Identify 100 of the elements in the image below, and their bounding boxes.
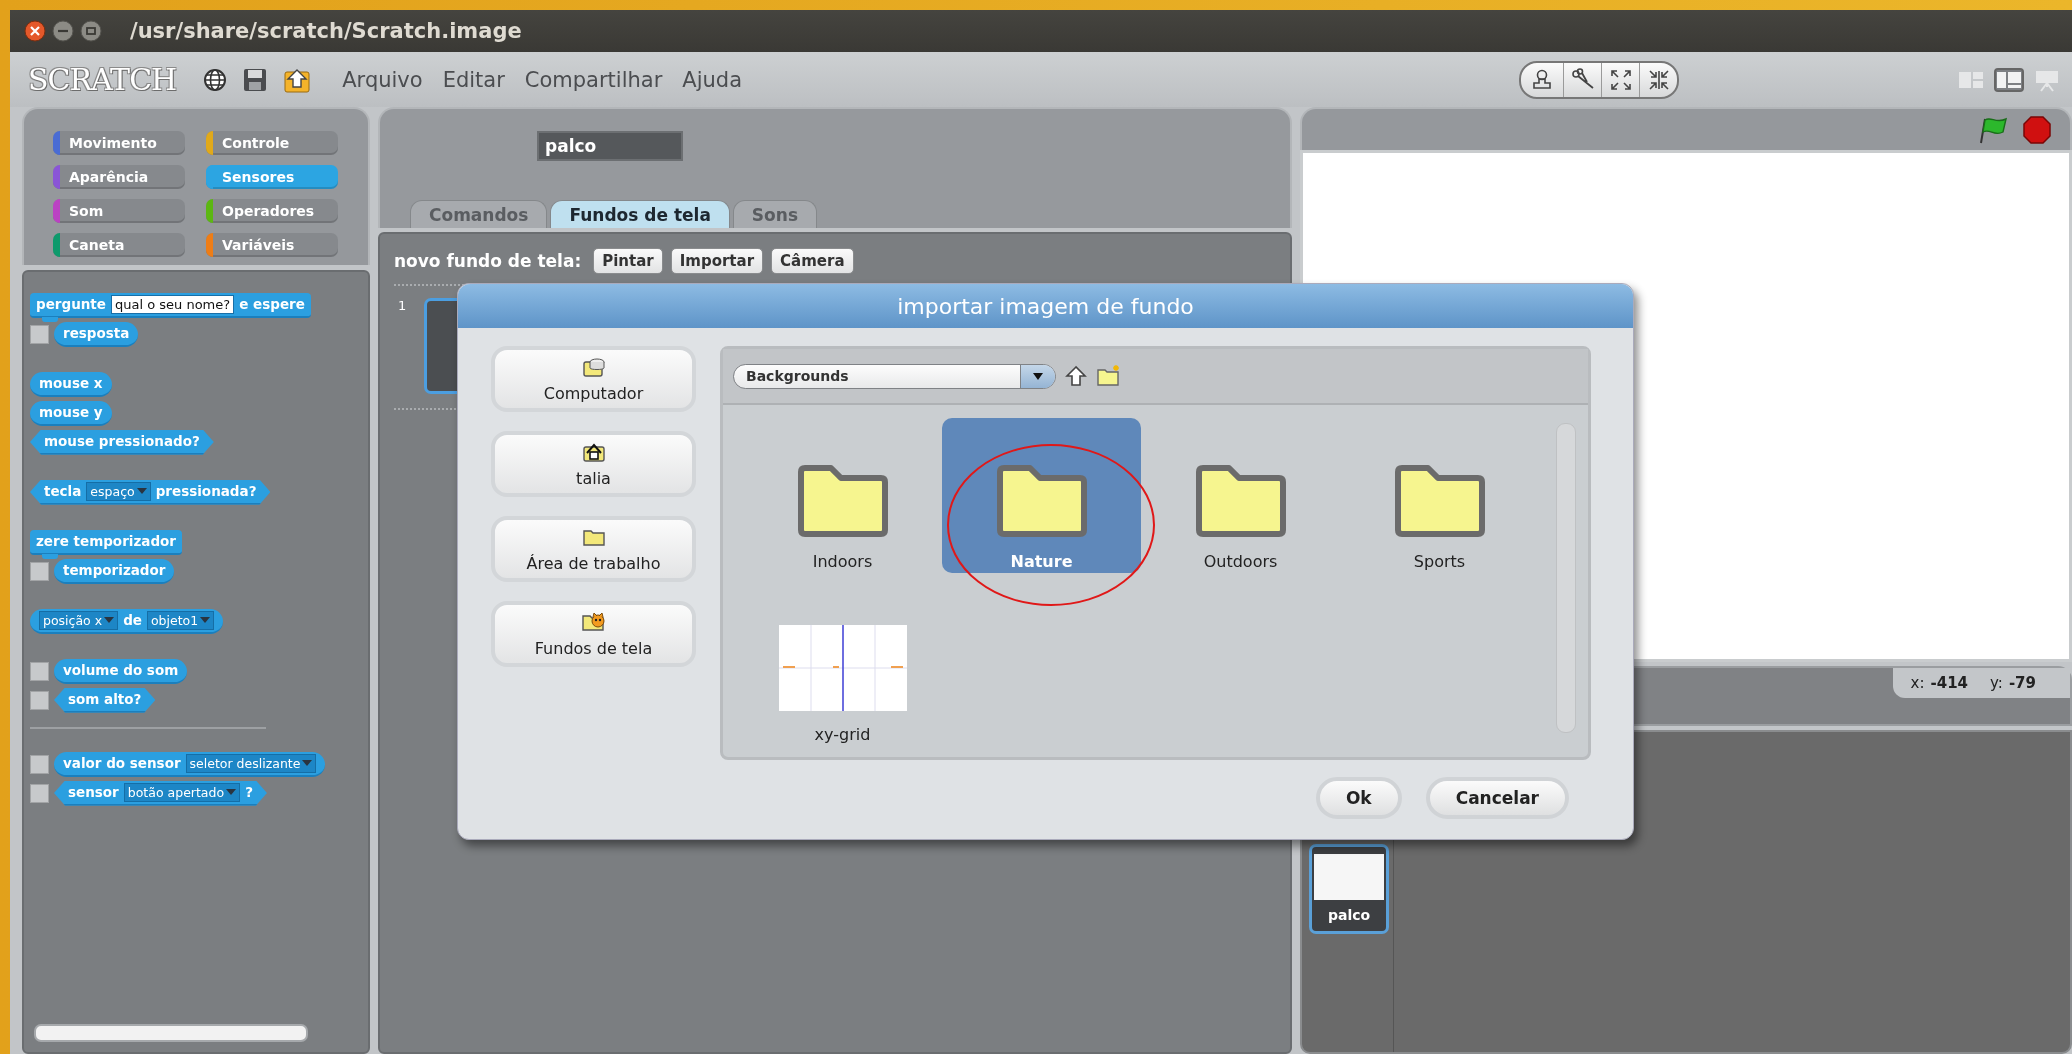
checkbox[interactable] xyxy=(30,324,49,344)
caret-icon xyxy=(226,789,237,795)
checkbox[interactable] xyxy=(30,661,49,681)
new-backdrop-label: novo fundo de tela: xyxy=(394,251,582,271)
block-label: temporizador xyxy=(63,562,166,578)
block-label: valor do sensor xyxy=(63,755,181,771)
reporter-block[interactable]: valor do sensor seletor deslizante xyxy=(54,751,326,777)
boolean-block[interactable]: som alto? xyxy=(54,687,156,713)
coordinate-value: -79 xyxy=(2008,674,2036,692)
block-label: mouse pressionado? xyxy=(44,433,200,449)
sprite-name-field[interactable]: palco xyxy=(537,131,683,161)
block-label: sensor xyxy=(68,784,119,800)
folder-item[interactable]: Nature xyxy=(942,418,1141,573)
stamp-icon xyxy=(1531,67,1553,92)
block-label: ? xyxy=(245,784,253,800)
reporter-block[interactable]: volume do som xyxy=(54,658,188,684)
reporter-block[interactable]: posição x de objeto1 xyxy=(30,608,224,634)
dropdown[interactable]: seletor deslizante xyxy=(185,753,317,773)
category-button[interactable]: Aparência xyxy=(53,165,185,189)
logo: SCRATCH xyxy=(28,62,177,97)
dialog-title: importar imagem de fundo xyxy=(458,284,1633,328)
backdrop-button[interactable]: Pintar xyxy=(593,248,663,274)
block-label: mouse y xyxy=(39,404,103,420)
dropdown[interactable]: objeto1 xyxy=(146,610,215,630)
category-button[interactable]: Som xyxy=(53,199,185,223)
menu-item[interactable]: Editar xyxy=(442,67,505,92)
folder-icon xyxy=(796,464,889,538)
dropdown[interactable]: espaço xyxy=(86,481,151,501)
reporter-block[interactable]: resposta xyxy=(54,321,139,347)
input-field[interactable]: qual o seu nome? xyxy=(111,294,235,314)
caret-icon xyxy=(1033,372,1043,380)
close-button[interactable] xyxy=(24,20,46,42)
scissors-icon xyxy=(1570,67,1595,92)
folder-item[interactable]: Sports xyxy=(1340,418,1539,573)
checkbox[interactable] xyxy=(30,561,49,581)
up-arrow-icon[interactable] xyxy=(1064,364,1088,388)
coordinate-label: x: xyxy=(1910,674,1925,692)
block-label: pressionada? xyxy=(155,483,257,499)
minimize-button[interactable] xyxy=(52,20,74,42)
dropdown[interactable]: botão apertado xyxy=(123,782,241,802)
globe-icon[interactable] xyxy=(202,66,229,93)
category-button[interactable]: Caneta xyxy=(53,233,185,257)
block-label: de xyxy=(123,612,142,628)
category-button[interactable]: Variáveis xyxy=(206,233,338,257)
tab[interactable]: Fundos de tela xyxy=(550,200,730,228)
window-title: /usr/share/scratch/Scratch.image xyxy=(130,19,522,43)
view-mode-icon[interactable] xyxy=(1994,66,2024,93)
place-button[interactable]: Área de trabalho xyxy=(491,516,696,582)
category-button[interactable]: Movimento xyxy=(53,131,185,155)
folder-icon xyxy=(1194,464,1287,538)
caret-icon xyxy=(200,617,211,623)
stage-thumbnail[interactable]: palco xyxy=(1309,844,1389,934)
scrollbar[interactable] xyxy=(34,1024,308,1042)
folder-dropdown[interactable]: Backgrounds xyxy=(733,363,1056,389)
folder-icon xyxy=(1393,464,1486,538)
boolean-block[interactable]: mouse pressionado? xyxy=(30,429,214,455)
disk-stack-icon xyxy=(580,355,607,378)
new-folder-icon[interactable] xyxy=(1096,364,1122,388)
backdrop-button[interactable]: Câmera xyxy=(771,248,854,274)
category-button[interactable]: Controle xyxy=(206,131,338,155)
boolean-block[interactable]: sensor botão apertado ? xyxy=(54,780,267,806)
coordinate-label: y: xyxy=(1990,674,2003,692)
menu-item[interactable]: Ajuda xyxy=(682,67,743,92)
place-button[interactable]: Computador xyxy=(491,346,696,412)
reporter-block[interactable]: mouse x xyxy=(30,371,112,397)
backdrop-button[interactable]: Importar xyxy=(670,248,764,274)
dialog-button[interactable]: Cancelar xyxy=(1425,777,1569,819)
checkbox[interactable] xyxy=(30,783,49,803)
category-button[interactable]: Sensores xyxy=(206,165,338,189)
coordinate-value: -414 xyxy=(1930,674,1969,692)
block-label: mouse x xyxy=(39,375,103,391)
caret-icon xyxy=(104,617,115,623)
block-label: volume do som xyxy=(63,662,179,678)
folder-item[interactable]: Indoors xyxy=(743,418,942,573)
category-button[interactable]: Operadores xyxy=(206,199,338,223)
dialog-button[interactable]: Ok xyxy=(1315,777,1402,819)
cat-folder-icon xyxy=(579,610,608,633)
block-label: som alto? xyxy=(68,691,142,707)
boolean-block[interactable]: tecla espaço pressionada? xyxy=(30,479,271,505)
menu-item[interactable]: Compartilhar xyxy=(524,67,663,92)
block-label: resposta xyxy=(63,325,130,341)
block-label: e espere xyxy=(239,296,305,312)
reporter-block[interactable]: temporizador xyxy=(54,558,175,584)
stop-icon[interactable] xyxy=(2022,114,2052,145)
reporter-block[interactable]: mouse y xyxy=(30,400,112,426)
place-button[interactable]: talia xyxy=(491,431,696,497)
tab[interactable]: Comandos xyxy=(410,200,548,228)
place-button[interactable]: Fundos de tela xyxy=(491,601,696,667)
checkbox[interactable] xyxy=(30,754,49,774)
shrink-icon xyxy=(1646,67,1671,92)
caret-icon xyxy=(136,488,147,494)
file-item[interactable]: xy-grid xyxy=(743,591,942,746)
folder-icon xyxy=(995,464,1088,538)
folder-item[interactable]: Outdoors xyxy=(1141,418,1340,573)
tab[interactable]: Sons xyxy=(732,200,817,228)
checkbox[interactable] xyxy=(30,690,49,710)
maximize-button[interactable] xyxy=(80,20,102,42)
dropdown[interactable]: posição x xyxy=(39,610,119,630)
menu-item[interactable]: Arquivo xyxy=(342,67,423,92)
costume-number: 1 xyxy=(398,298,407,315)
